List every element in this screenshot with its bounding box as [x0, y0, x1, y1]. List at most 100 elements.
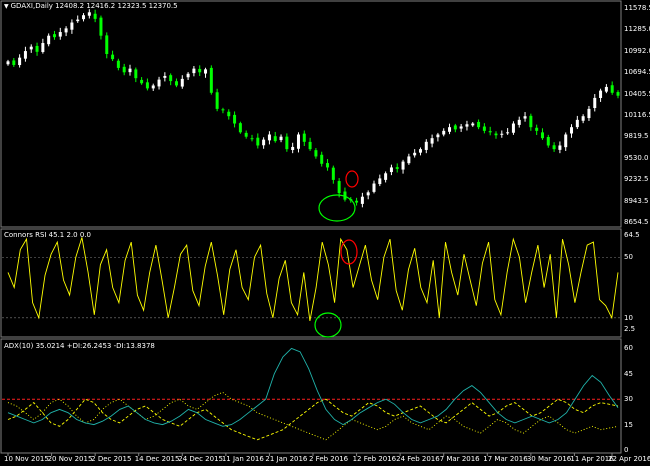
date-tick-label: 7 Mar 2016 — [439, 455, 480, 463]
price-tick-label: 8654.5 — [624, 218, 649, 226]
candle-body — [575, 119, 579, 128]
candle-body — [314, 150, 318, 157]
candle-body — [430, 138, 434, 144]
adx-tick-label: 60 — [624, 344, 633, 353]
candle-body — [378, 178, 382, 185]
candle-body — [227, 111, 231, 117]
date-tick-label: 17 Mar 2016 — [483, 455, 528, 463]
rsi-tick-label: 10 — [624, 313, 633, 322]
candle-body — [546, 136, 550, 146]
candle-body — [558, 145, 562, 150]
price-tick-label: 10694.5 — [624, 68, 650, 77]
candle-body — [157, 79, 161, 87]
date-tick-label: 24 Dec 2015 — [178, 455, 223, 463]
adx-tick-label: 0 — [624, 446, 629, 454]
candle-body — [6, 61, 10, 65]
adx-tick-label: 15 — [624, 420, 633, 429]
chart-canvas — [0, 0, 622, 456]
candle-body — [192, 68, 196, 74]
date-tick-label: 30 Mar 2016 — [526, 455, 572, 463]
price-tick-label: 9232.5 — [624, 175, 649, 184]
adx-tick-label: 45 — [624, 369, 633, 378]
candle-body — [552, 145, 556, 150]
candle-body — [204, 69, 208, 74]
candle-body — [326, 163, 330, 168]
candle-body — [448, 127, 452, 132]
candle-body — [320, 154, 324, 164]
candle-body — [506, 132, 510, 134]
candle-body — [331, 167, 335, 180]
ohlc-label: 12408.2 12416.2 12323.5 12370.5 — [55, 2, 178, 10]
candle-body — [360, 196, 364, 204]
candle-body — [186, 73, 190, 78]
candle-body — [29, 46, 33, 50]
adx-pane — [0, 338, 622, 454]
candle-body — [134, 69, 138, 79]
candle-body — [209, 67, 213, 93]
candle-body — [12, 60, 16, 65]
price-tick-label: 10116.5 — [624, 111, 650, 119]
candle-body — [436, 134, 440, 138]
candle-body — [93, 13, 97, 19]
date-tick-label: 22 Apr 2016 — [608, 455, 650, 463]
candle-body — [128, 68, 132, 73]
date-tick-label: 14 Dec 2015 — [134, 455, 180, 463]
candle-body — [494, 133, 498, 136]
candle-body — [570, 127, 574, 134]
candle-body — [395, 167, 399, 169]
candle-body — [82, 15, 86, 20]
candle-body — [285, 136, 289, 150]
symbol-label: GDAXI,Daily — [10, 2, 53, 10]
candle-body — [64, 28, 68, 33]
candle-body — [291, 146, 295, 151]
candle-body — [442, 130, 446, 135]
candle-body — [407, 156, 411, 164]
candle-body — [76, 19, 80, 22]
candle-body — [581, 116, 585, 121]
candle-body — [267, 134, 271, 141]
candle-body — [23, 51, 27, 59]
candle-body — [116, 60, 120, 68]
candle-body — [122, 66, 126, 73]
candle-body — [535, 127, 539, 131]
candle-body — [616, 92, 620, 96]
candle-body — [372, 183, 376, 192]
candle-body — [52, 34, 56, 38]
candle-body — [389, 167, 393, 173]
candle-body — [145, 82, 149, 89]
date-tick-label: 21 Jan 2016 — [265, 455, 308, 463]
candle-body — [87, 12, 91, 16]
price-tick-label: 9530.0 — [624, 153, 649, 162]
candle-body — [523, 116, 527, 119]
candle-body — [151, 85, 155, 89]
price-pane — [0, 0, 622, 228]
candle-body — [58, 32, 62, 37]
candle-body — [41, 43, 45, 53]
date-tick-label: 10 Nov 2015 — [4, 455, 49, 463]
candle-body — [453, 125, 457, 130]
candle-body — [111, 54, 115, 60]
rsi-tick-label: 64.5 — [624, 231, 640, 240]
candle-body — [587, 108, 591, 119]
price-tick-label: 10405.5 — [624, 89, 650, 98]
candle-body — [47, 35, 51, 45]
candle-body — [413, 152, 417, 156]
candle-body — [169, 75, 173, 82]
candle-body — [471, 123, 475, 126]
candle-body — [564, 134, 568, 148]
candle-body — [401, 161, 405, 170]
candle-body — [308, 141, 312, 150]
candle-body — [198, 68, 202, 73]
rsi-tick-label: 2.5 — [624, 325, 636, 334]
candle-body — [180, 78, 184, 87]
candle-body — [424, 141, 428, 150]
date-tick-label: 12 Feb 2016 — [352, 455, 397, 463]
candle-body — [610, 85, 614, 93]
price-title: ▼ GDAXI,Daily 12408.2 12416.2 12323.5 123… — [4, 2, 178, 11]
candle-body — [262, 139, 266, 146]
date-tick-label: 2 Feb 2016 — [309, 455, 349, 463]
candle-body — [233, 114, 237, 124]
collapse-triangle-icon[interactable]: ▼ — [4, 2, 9, 11]
candle-body — [488, 131, 492, 133]
candle-body — [604, 86, 608, 92]
